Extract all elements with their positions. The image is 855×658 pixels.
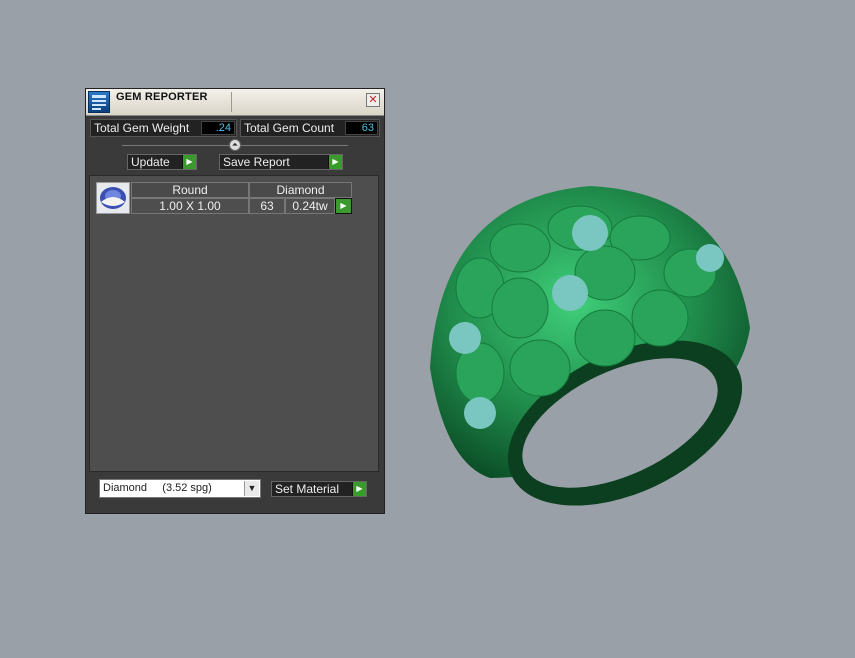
gem-list: Round Diamond 1.00 X 1.00 63 0.24tw ▶ [89,175,379,472]
material-select-value: Diamond (3.52 spg) [103,482,212,494]
update-button-label: Update [131,155,170,169]
total-gem-weight-value: .24 [201,121,235,135]
play-arrow-icon[interactable]: ▶ [182,155,196,169]
collapse-toggle-icon[interactable]: ⏶ [229,139,241,151]
chevron-down-icon[interactable]: ▼ [244,481,259,496]
panel-title: GEM REPORTER [116,91,208,103]
save-report-button[interactable]: Save Report ▶ [219,154,343,170]
row-play-arrow-icon[interactable]: ▶ [335,198,352,214]
total-gem-weight-label: Total Gem Weight [94,121,190,135]
title-divider [231,92,232,112]
play-arrow-icon[interactable]: ▶ [328,155,342,169]
update-button[interactable]: Update ▶ [127,154,197,170]
total-gem-count-field: Total Gem Count 63 [240,119,380,137]
close-button[interactable]: ✕ [366,93,380,107]
gem-reporter-panel: GEM REPORTER ✕ Total Gem Weight .24 Tota… [85,88,385,514]
gem-count-cell: 63 [249,198,285,214]
gem-weight-cell: 0.24tw [285,198,335,214]
gem-material-header: Diamond [249,182,352,198]
material-select[interactable]: Diamond (3.52 spg) ▼ [99,479,261,498]
gem-reporter-icon [88,91,110,113]
round-diamond-icon[interactable] [96,182,130,214]
ring-3d-viewport[interactable] [420,178,760,508]
save-report-button-label: Save Report [223,155,290,169]
total-gem-count-value: 63 [345,121,378,135]
gem-size-cell: 1.00 X 1.00 [131,198,249,214]
gem-shape-header: Round [131,182,249,198]
total-gem-weight-field: Total Gem Weight .24 [90,119,237,137]
play-arrow-icon[interactable]: ▶ [352,482,366,496]
material-bar: Diamond (3.52 spg) ▼ Set Material ▶ [89,473,379,509]
set-material-button-label: Set Material [275,482,340,496]
set-material-button[interactable]: Set Material ▶ [271,481,367,497]
title-bar[interactable]: GEM REPORTER ✕ [86,89,384,116]
total-gem-count-label: Total Gem Count [244,121,335,135]
